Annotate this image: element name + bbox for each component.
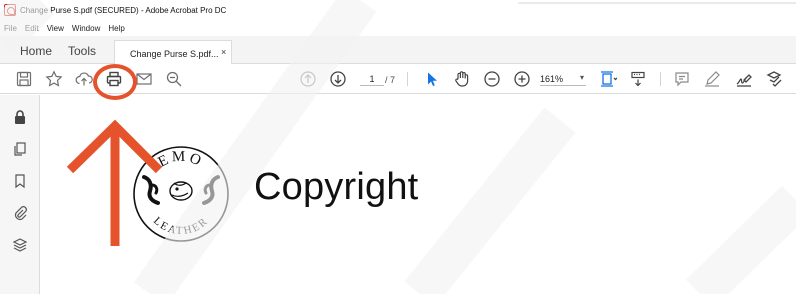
pen-icon[interactable]	[702, 69, 722, 89]
mail-icon[interactable]	[134, 69, 154, 89]
zoom-value: 161%	[540, 74, 564, 84]
sign-icon[interactable]	[734, 69, 754, 89]
acrobat-icon	[4, 4, 16, 16]
title-bar: Change Purse S.pdf (SECURED) - Adobe Acr…	[0, 0, 796, 20]
save-icon[interactable]	[14, 69, 34, 89]
window-frame-edge	[518, 2, 796, 4]
plus-circle-icon[interactable]	[512, 69, 532, 89]
annotation-arrow	[66, 119, 163, 246]
zoom-dropdown[interactable]: 161% ▾	[540, 71, 586, 86]
menu-edit[interactable]: Edit	[25, 24, 39, 33]
layers-icon[interactable]	[11, 236, 29, 254]
toolbar-divider	[660, 72, 661, 86]
bookmark-icon[interactable]	[11, 172, 29, 190]
menu-file[interactable]: File	[4, 24, 17, 33]
page-number-input[interactable]: 1	[360, 71, 384, 86]
pages-icon[interactable]	[11, 140, 29, 158]
fill-sign-icon[interactable]	[764, 69, 784, 89]
tab-close-icon[interactable]: ×	[221, 47, 226, 57]
minus-circle-icon[interactable]	[482, 69, 502, 89]
arrow-down-circle-icon[interactable]	[328, 69, 348, 89]
menu-view[interactable]: View	[47, 24, 64, 33]
fit-page-icon[interactable]	[598, 69, 618, 89]
tab-bar: Home Tools Change Purse S.pdf... ×	[0, 36, 796, 65]
document-heading: Copyright	[254, 166, 419, 208]
menu-help[interactable]: Help	[108, 24, 124, 33]
scroll-mode-icon[interactable]	[628, 69, 648, 89]
chevron-down-icon: ▾	[579, 73, 584, 82]
lock-icon[interactable]	[11, 108, 29, 126]
window-title: Change Purse S.pdf (SECURED) - Adobe Acr…	[20, 5, 227, 15]
menu-bar: File Edit View Window Help	[0, 20, 796, 36]
page-total: / 7	[385, 75, 396, 85]
comment-icon[interactable]	[672, 69, 692, 89]
tab-document[interactable]: Change Purse S.pdf... ×	[114, 40, 232, 65]
tab-document-label: Change Purse S.pdf...	[130, 49, 219, 59]
tab-tools[interactable]: Tools	[68, 44, 96, 58]
attachment-icon[interactable]	[11, 204, 29, 222]
star-icon[interactable]	[44, 69, 64, 89]
tab-home[interactable]: Home	[20, 44, 52, 58]
hand-icon[interactable]	[452, 69, 472, 89]
pointer-icon[interactable]	[422, 69, 442, 89]
zoom-search-icon[interactable]	[164, 69, 184, 89]
upload-cloud-icon[interactable]	[74, 69, 94, 89]
toolbar-divider	[407, 72, 408, 86]
annotation-circle	[93, 64, 137, 100]
menu-window[interactable]: Window	[72, 24, 100, 33]
left-nav-rail	[0, 95, 40, 294]
arrow-up-circle-icon[interactable]	[298, 69, 318, 89]
